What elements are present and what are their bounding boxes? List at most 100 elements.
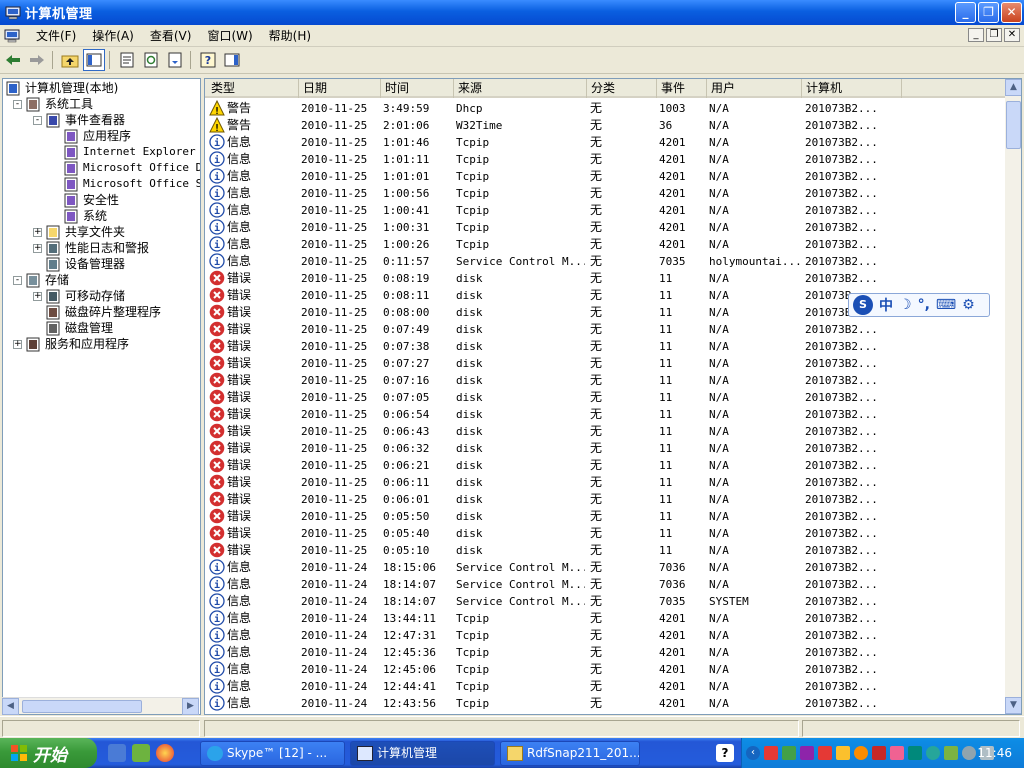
scroll-thumb[interactable] bbox=[1006, 101, 1021, 149]
expand-icon[interactable]: + bbox=[33, 228, 42, 237]
table-row[interactable]: i 信息 2010-11-25 1:00:41 Tcpip 无 4201 N/A 201073B… bbox=[205, 202, 1005, 219]
table-row[interactable]: 错误 2010-11-25 0:06:43 disk 无 11 N/A 201073B2... bbox=[205, 423, 1005, 440]
scroll-right-button[interactable]: ▶ bbox=[182, 698, 199, 715]
tree-node[interactable]: + 可移动存储 bbox=[3, 288, 200, 304]
tree-node[interactable]: Microsoft Office Di bbox=[3, 160, 200, 176]
table-row[interactable]: 错误 2010-11-25 0:07:49 disk 无 11 N/A 201073B2... bbox=[205, 321, 1005, 338]
tree-node[interactable]: - 存储 bbox=[3, 272, 200, 288]
table-row[interactable]: 错误 2010-11-25 0:06:32 disk 无 11 N/A 201073B2... bbox=[205, 440, 1005, 457]
tray-app-icon[interactable] bbox=[854, 746, 868, 760]
scroll-down-button[interactable]: ▼ bbox=[1005, 697, 1021, 714]
tree-node[interactable]: + 共享文件夹 bbox=[3, 224, 200, 240]
table-row[interactable]: i 信息 2010-11-24 18:15:06 Service Control M..… bbox=[205, 559, 1005, 576]
scroll-thumb[interactable] bbox=[22, 700, 142, 713]
quicklaunch-app-icon[interactable] bbox=[132, 744, 150, 762]
table-row[interactable]: i 信息 2010-11-24 12:45:36 Tcpip 无 4201 N/A 201073… bbox=[205, 644, 1005, 661]
ime-toolbar[interactable]: S 中 ☽ °, ⌨ ⚙ bbox=[848, 293, 990, 317]
table-row[interactable]: ! 警告 2010-11-25 2:01:06 W32Time 无 36 N/A 201073B… bbox=[205, 117, 1005, 134]
tray-app-icon[interactable] bbox=[926, 746, 940, 760]
mdi-restore-button[interactable]: ❐ bbox=[986, 28, 1002, 42]
task-computer-management[interactable]: 计算机管理 bbox=[350, 741, 495, 766]
menu-action[interactable]: 操作(A) bbox=[84, 26, 142, 46]
ime-chinese-mode[interactable]: 中 bbox=[879, 295, 893, 315]
table-row[interactable]: i 信息 2010-11-24 12:47:31 Tcpip 无 4201 N/A 201073… bbox=[205, 627, 1005, 644]
tree-node[interactable]: 磁盘管理 bbox=[3, 320, 200, 336]
quicklaunch-ie-icon[interactable] bbox=[108, 744, 126, 762]
table-row[interactable]: i 信息 2010-11-25 1:01:11 Tcpip 无 4201 N/A 201073B… bbox=[205, 151, 1005, 168]
column-header[interactable]: 时间 bbox=[381, 79, 454, 98]
task-rdfsnap-folder[interactable]: RdfSnap211_201... bbox=[500, 741, 640, 766]
tray-app-icon[interactable] bbox=[818, 746, 832, 760]
back-button[interactable] bbox=[2, 49, 24, 71]
table-row[interactable]: i 信息 2010-11-24 12:43:56 Tcpip 无 4201 N/A 201073… bbox=[205, 695, 1005, 712]
show-hide-tree-button[interactable] bbox=[83, 49, 105, 71]
table-row[interactable]: 错误 2010-11-25 0:05:50 disk 无 11 N/A 201073B2... bbox=[205, 508, 1005, 525]
column-header[interactable]: 分类 bbox=[587, 79, 657, 98]
expand-icon[interactable]: + bbox=[33, 292, 42, 301]
menu-view[interactable]: 查看(V) bbox=[142, 26, 200, 46]
table-row[interactable]: 错误 2010-11-25 0:07:38 disk 无 11 N/A 201073B2... bbox=[205, 338, 1005, 355]
tray-expand-icon[interactable]: ‹ bbox=[746, 746, 760, 760]
task-skype[interactable]: Skype™ [12] - ... bbox=[200, 741, 345, 766]
tray-app-icon[interactable] bbox=[890, 746, 904, 760]
table-row[interactable]: 错误 2010-11-25 0:06:11 disk 无 11 N/A 201073B2... bbox=[205, 474, 1005, 491]
up-level-button[interactable] bbox=[59, 49, 81, 71]
tray-app-icon[interactable] bbox=[836, 746, 850, 760]
help-icon[interactable]: ? bbox=[716, 744, 734, 762]
column-header[interactable]: 用户 bbox=[707, 79, 802, 98]
expand-icon[interactable]: + bbox=[13, 340, 22, 349]
shield-icon[interactable] bbox=[872, 746, 886, 760]
table-row[interactable]: i 信息 2010-11-25 1:00:56 Tcpip 无 4201 N/A 201073B… bbox=[205, 185, 1005, 202]
tree-node[interactable]: + 性能日志和警报 bbox=[3, 240, 200, 256]
column-header[interactable]: 计算机 bbox=[802, 79, 902, 98]
restore-button[interactable]: ❐ bbox=[978, 2, 999, 23]
table-row[interactable]: 错误 2010-11-25 0:08:19 disk 无 11 N/A 201073B2... bbox=[205, 270, 1005, 287]
column-header[interactable]: 类型 bbox=[207, 79, 299, 98]
close-button[interactable]: ✕ bbox=[1001, 2, 1022, 23]
table-row[interactable]: i 信息 2010-11-24 18:14:07 Service Control M..… bbox=[205, 576, 1005, 593]
column-header[interactable]: 事件 bbox=[657, 79, 707, 98]
keyboard-icon[interactable]: ⌨ bbox=[936, 297, 956, 313]
punctuation-icon[interactable]: °, bbox=[918, 297, 930, 313]
tree-node[interactable]: Internet Explorer bbox=[3, 144, 200, 160]
tree-node[interactable]: 应用程序 bbox=[3, 128, 200, 144]
collapse-icon[interactable]: - bbox=[13, 100, 22, 109]
minimize-button[interactable]: _ bbox=[955, 2, 976, 23]
mdi-close-button[interactable]: ✕ bbox=[1004, 28, 1020, 42]
tree-node[interactable]: - 事件查看器 bbox=[3, 112, 200, 128]
quicklaunch-browser-icon[interactable] bbox=[156, 744, 174, 762]
table-row[interactable]: 错误 2010-11-25 0:06:54 disk 无 11 N/A 201073B2... bbox=[205, 406, 1005, 423]
table-row[interactable]: 错误 2010-11-25 0:06:01 disk 无 11 N/A 201073B2... bbox=[205, 491, 1005, 508]
console-tree[interactable]: 计算机管理(本地) - 系统工具 - 事件查看器 应用程序 Internet Explore… bbox=[2, 78, 201, 715]
collapse-icon[interactable]: - bbox=[13, 276, 22, 285]
show-hide-action-pane-button[interactable] bbox=[221, 49, 243, 71]
menu-window[interactable]: 窗口(W) bbox=[199, 26, 260, 46]
table-row[interactable]: i 信息 2010-11-24 12:45:06 Tcpip 无 4201 N/A 201073… bbox=[205, 661, 1005, 678]
menu-file[interactable]: 文件(F) bbox=[28, 26, 84, 46]
table-row[interactable]: i 信息 2010-11-25 1:01:01 Tcpip 无 4201 N/A 201073B… bbox=[205, 168, 1005, 185]
mdi-minimize-button[interactable]: _ bbox=[968, 28, 984, 42]
export-list-button[interactable] bbox=[164, 49, 186, 71]
title-bar[interactable]: 计算机管理 _ ❐ ✕ bbox=[0, 0, 1024, 25]
scroll-left-button[interactable]: ◀ bbox=[2, 698, 19, 715]
refresh-button[interactable] bbox=[140, 49, 162, 71]
table-row[interactable]: i 信息 2010-11-25 1:00:26 Tcpip 无 4201 N/A 201073B… bbox=[205, 236, 1005, 253]
tree-node[interactable]: 计算机管理(本地) bbox=[3, 80, 200, 96]
volume-icon[interactable] bbox=[962, 746, 976, 760]
start-button[interactable]: 开始 bbox=[0, 738, 97, 768]
table-row[interactable]: 错误 2010-11-25 0:07:05 disk 无 11 N/A 201073B2... bbox=[205, 389, 1005, 406]
table-row[interactable]: i 信息 2010-11-24 12:44:41 Tcpip 无 4201 N/A 201073… bbox=[205, 678, 1005, 695]
table-row[interactable]: i 信息 2010-11-24 18:14:07 Service Control M..… bbox=[205, 593, 1005, 610]
tree-node[interactable]: 安全性 bbox=[3, 192, 200, 208]
forward-button[interactable] bbox=[26, 49, 48, 71]
tray-app-icon[interactable] bbox=[800, 746, 814, 760]
menu-help[interactable]: 帮助(H) bbox=[261, 26, 319, 46]
wireless-icon[interactable] bbox=[944, 746, 958, 760]
tree-node[interactable]: 系统 bbox=[3, 208, 200, 224]
table-row[interactable]: 错误 2010-11-25 0:05:40 disk 无 11 N/A 201073B2... bbox=[205, 525, 1005, 542]
properties-button[interactable] bbox=[116, 49, 138, 71]
tree-node[interactable]: 磁盘碎片整理程序 bbox=[3, 304, 200, 320]
list-vertical-scrollbar[interactable]: ▲ ▼ bbox=[1005, 79, 1021, 714]
column-header[interactable]: 来源 bbox=[454, 79, 587, 98]
collapse-icon[interactable]: - bbox=[33, 116, 42, 125]
